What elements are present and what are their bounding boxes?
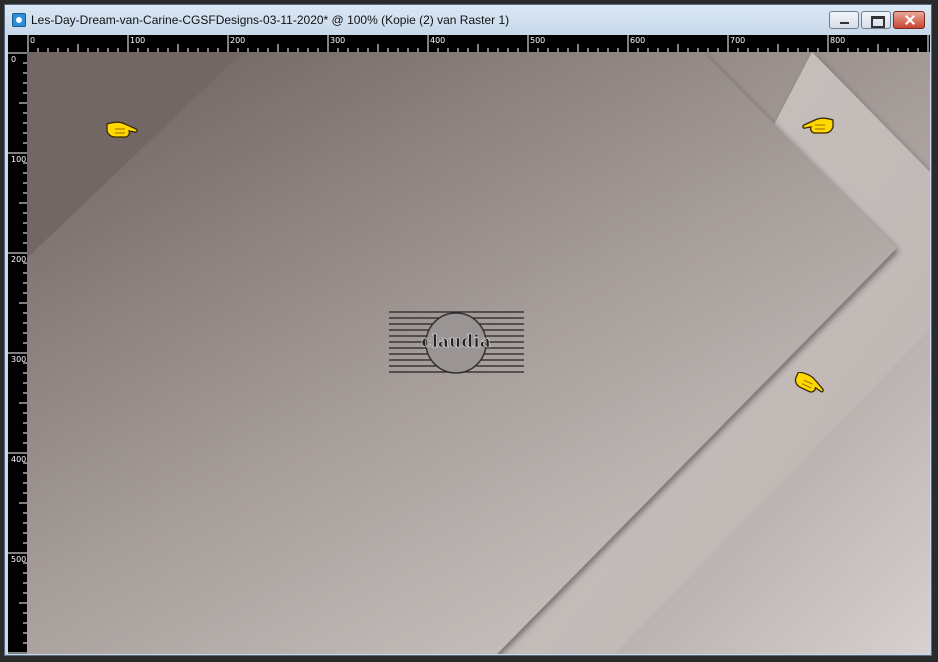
- close-button[interactable]: [893, 11, 925, 29]
- pointing-hand-icon: [802, 117, 834, 134]
- maximize-button[interactable]: [861, 11, 891, 29]
- window-title: Les-Day-Dream-van-Carine-CGSFDesigns-03-…: [31, 13, 510, 27]
- pointing-hand-icon: [794, 372, 824, 393]
- image-canvas[interactable]: claudia: [27, 52, 930, 654]
- ruler-label: 100: [11, 155, 27, 164]
- ruler-label: 0: [11, 55, 17, 64]
- ruler-label: 500: [530, 36, 546, 45]
- vertical-ruler[interactable]: 0 100 200 300 400 500: [8, 52, 27, 654]
- image-window: Les-Day-Dream-van-Carine-CGSFDesigns-03-…: [4, 4, 932, 656]
- ruler-corner: [8, 35, 27, 52]
- minimize-button[interactable]: [829, 11, 859, 29]
- psp-icon[interactable]: [12, 13, 26, 27]
- pointing-hand-icon: [106, 121, 138, 138]
- ruler-label: 200: [230, 36, 246, 45]
- ruler-label: 400: [430, 36, 446, 45]
- ruler-label: 100: [130, 36, 146, 45]
- watermark-text: claudia: [421, 332, 491, 352]
- horizontal-ruler[interactable]: 0 100 200 300 400 500 600 700 800: [27, 35, 930, 52]
- ruler-label: 800: [830, 36, 846, 45]
- ruler-label: 200: [11, 255, 27, 264]
- ruler-label: 300: [330, 36, 346, 45]
- ruler-label: 400: [11, 455, 27, 464]
- ruler-label: 600: [630, 36, 646, 45]
- ruler-label: 700: [730, 36, 746, 45]
- title-bar[interactable]: Les-Day-Dream-van-Carine-CGSFDesigns-03-…: [5, 5, 931, 35]
- ruler-label: 0: [30, 36, 36, 45]
- ruler-label: 500: [11, 555, 27, 564]
- ruler-label: 300: [11, 355, 27, 364]
- horizontal-ruler-ticks: [27, 35, 929, 52]
- claudia-watermark: claudia: [389, 311, 524, 374]
